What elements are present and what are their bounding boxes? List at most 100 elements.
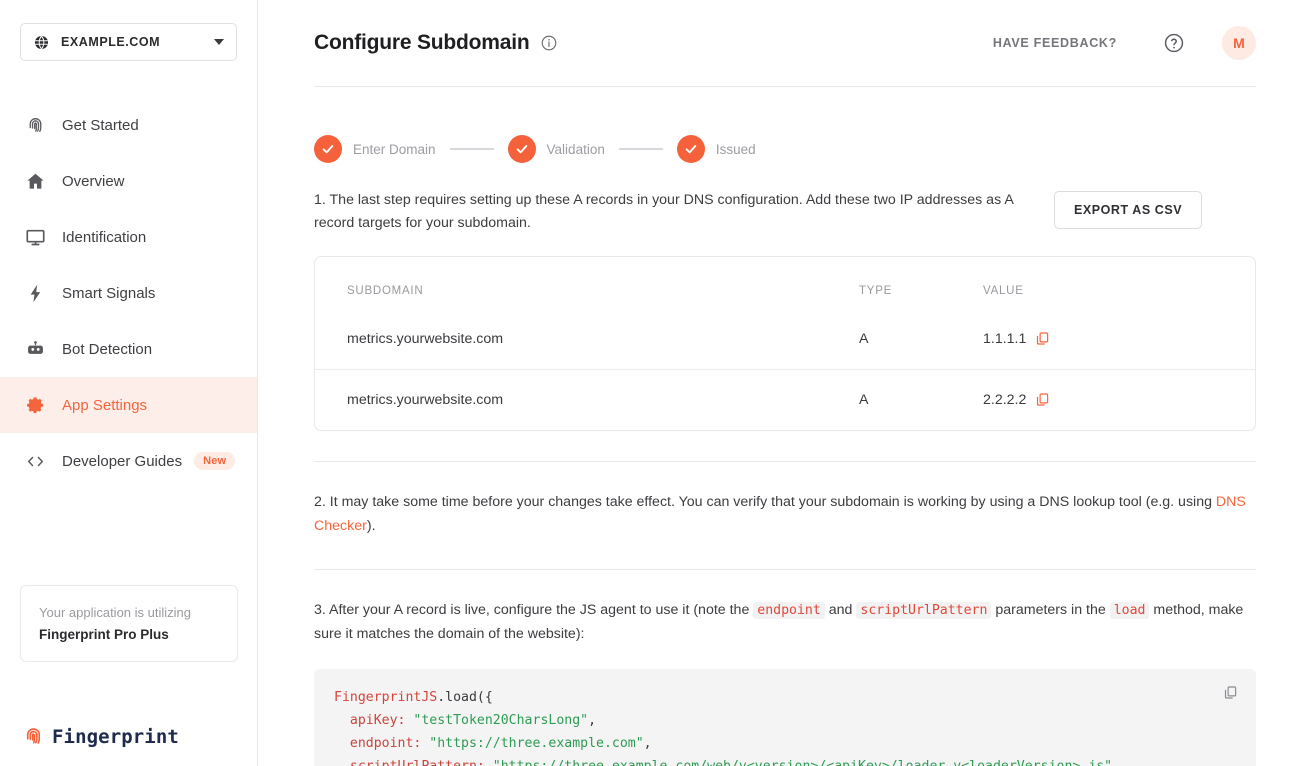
code-brackets-icon <box>22 451 48 472</box>
table-row: metrics.yourwebsite.com A 2.2.2.2 <box>315 368 1255 430</box>
cell-subdomain: metrics.yourwebsite.com <box>315 368 859 430</box>
copy-icon[interactable] <box>1035 331 1050 346</box>
table-header-row: SUBDOMAIN TYPE VALUE <box>315 257 1255 309</box>
monitor-icon <box>22 227 48 248</box>
header-divider <box>314 86 1256 87</box>
sidebar-item-label: Identification <box>62 228 147 246</box>
sidebar-nav: Get Started Overview Identification Smar… <box>0 97 257 489</box>
sidebar-item-label: Get Started <box>62 116 139 134</box>
avatar[interactable]: M <box>1222 26 1256 60</box>
home-icon <box>22 171 48 192</box>
sidebar-item-label: Overview <box>62 172 125 190</box>
step2-text: 2. It may take some time before your cha… <box>314 490 1256 539</box>
value-wrapper: 2.2.2.2 <box>983 392 1255 408</box>
export-as-csv-button[interactable]: EXPORT AS CSV <box>1054 191 1203 229</box>
dns-records-card: SUBDOMAIN TYPE VALUE metrics.yourwebsite… <box>314 255 1256 431</box>
value-text: 1.1.1.1 <box>983 330 1027 347</box>
section-divider-2 <box>314 568 1256 570</box>
cell-value: 1.1.1.1 <box>983 309 1255 370</box>
sidebar: EXAMPLE.COM Get Started Overview Identif… <box>0 0 258 766</box>
code-token: apiKey: <box>334 712 414 728</box>
robot-icon <box>22 339 48 360</box>
sidebar-item-overview[interactable]: Overview <box>0 153 257 209</box>
sidebar-item-app-settings[interactable]: App Settings <box>0 377 257 433</box>
plan-card: Your application is utilizing Fingerprin… <box>20 584 238 662</box>
code-token: , <box>588 712 597 728</box>
code-token: "https://three.example.com/web/v<version… <box>493 759 1112 766</box>
step3-t1: 3. After your A record is live, configur… <box>314 601 754 618</box>
sidebar-item-label: Smart Signals <box>62 284 156 302</box>
step-label: Validation <box>546 141 605 157</box>
check-icon <box>507 135 536 163</box>
plan-caption: Your application is utilizing <box>39 604 192 620</box>
step3-t2: and <box>824 601 857 618</box>
step-enter-domain: Enter Domain <box>314 135 436 163</box>
code-token: , <box>643 736 652 751</box>
step-connector <box>618 148 663 150</box>
column-header-value: VALUE <box>983 284 1024 297</box>
code-snippet: FingerprintJS.load({ apiKey: "testToken2… <box>314 668 1256 766</box>
code-token: endpoint: <box>334 736 430 751</box>
gear-icon <box>22 395 48 416</box>
cell-value: 2.2.2.2 <box>983 368 1255 430</box>
code-token: FingerprintJS <box>334 689 438 705</box>
cell-type: A <box>859 330 869 347</box>
new-badge: New <box>194 452 236 470</box>
sidebar-item-bot-detection[interactable]: Bot Detection <box>0 321 257 377</box>
topbar: Configure Subdomain HAVE FEEDBACK? M <box>258 0 1304 86</box>
chevron-down-icon <box>214 39 224 45</box>
cell-type: A <box>859 368 983 430</box>
info-icon[interactable] <box>540 34 558 52</box>
table-head: SUBDOMAIN TYPE VALUE <box>315 257 1255 309</box>
sidebar-item-identification[interactable]: Identification <box>0 209 257 265</box>
help-circle-icon[interactable] <box>1163 32 1185 54</box>
code-token: scriptUrlPattern: <box>334 759 493 766</box>
step-label: Issued <box>715 141 756 157</box>
domain-selector[interactable]: EXAMPLE.COM <box>20 23 237 61</box>
check-icon <box>676 135 705 163</box>
value-text: 2.2.2.2 <box>983 391 1027 408</box>
code-token: "https://three.example.com" <box>429 736 644 751</box>
dns-records-table: SUBDOMAIN TYPE VALUE metrics.yourwebsite… <box>315 257 1255 430</box>
sidebar-item-label: Developer Guides <box>62 452 183 470</box>
progress-stepper: Enter Domain Validation Issued <box>314 135 1256 163</box>
step2-text-before: 2. It may take some time before your cha… <box>314 493 1216 510</box>
table-body: metrics.yourwebsite.com A 1.1.1.1 metric… <box>315 309 1255 430</box>
step-issued: Issued <box>676 135 756 163</box>
sidebar-item-get-started[interactable]: Get Started <box>0 97 257 153</box>
step1-row: 1. The last step requires setting up the… <box>314 189 1256 236</box>
content-area: Enter Domain Validation Issued 1. The la… <box>258 135 1304 766</box>
column-header-subdomain: SUBDOMAIN <box>347 284 424 297</box>
check-icon <box>314 135 342 163</box>
lightning-icon <box>22 283 48 304</box>
table-row: metrics.yourwebsite.com A 1.1.1.1 <box>315 309 1255 370</box>
brand-name: Fingerprint <box>52 725 179 748</box>
sidebar-item-label: Bot Detection <box>62 340 153 358</box>
step3-t3: parameters in the <box>991 601 1110 618</box>
code-token: "testToken20CharsLong" <box>413 712 589 728</box>
page-title: Configure Subdomain <box>314 31 530 54</box>
globe-icon <box>33 34 50 51</box>
column-header-type: TYPE <box>859 284 893 297</box>
step3-text: 3. After your A record is live, configur… <box>314 598 1256 647</box>
sidebar-item-label: App Settings <box>62 396 148 414</box>
step2-text-after: ). <box>366 518 376 535</box>
plan-name: Fingerprint Pro Plus <box>39 627 169 642</box>
copy-icon[interactable] <box>1035 392 1050 407</box>
value-wrapper: 1.1.1.1 <box>983 331 1255 347</box>
step-connector <box>449 148 494 150</box>
brand-logo: Fingerprint <box>22 725 179 748</box>
app-root: EXAMPLE.COM Get Started Overview Identif… <box>0 0 1304 766</box>
copy-icon[interactable] <box>1223 685 1238 700</box>
sidebar-item-smart-signals[interactable]: Smart Signals <box>0 265 257 321</box>
fingerprint-icon <box>22 115 48 136</box>
code-token: .load({ <box>437 689 493 705</box>
sidebar-item-developer-guides[interactable]: Developer Guides New <box>0 433 257 489</box>
feedback-link[interactable]: HAVE FEEDBACK? <box>993 36 1117 50</box>
code-load: load <box>1109 601 1150 619</box>
fingerprint-logo-icon <box>22 725 45 748</box>
code-script-url-pattern: scriptUrlPattern <box>856 601 992 619</box>
step-label: Enter Domain <box>353 141 436 157</box>
main-content: Configure Subdomain HAVE FEEDBACK? M Ent… <box>258 0 1304 766</box>
step-validation: Validation <box>507 135 605 163</box>
